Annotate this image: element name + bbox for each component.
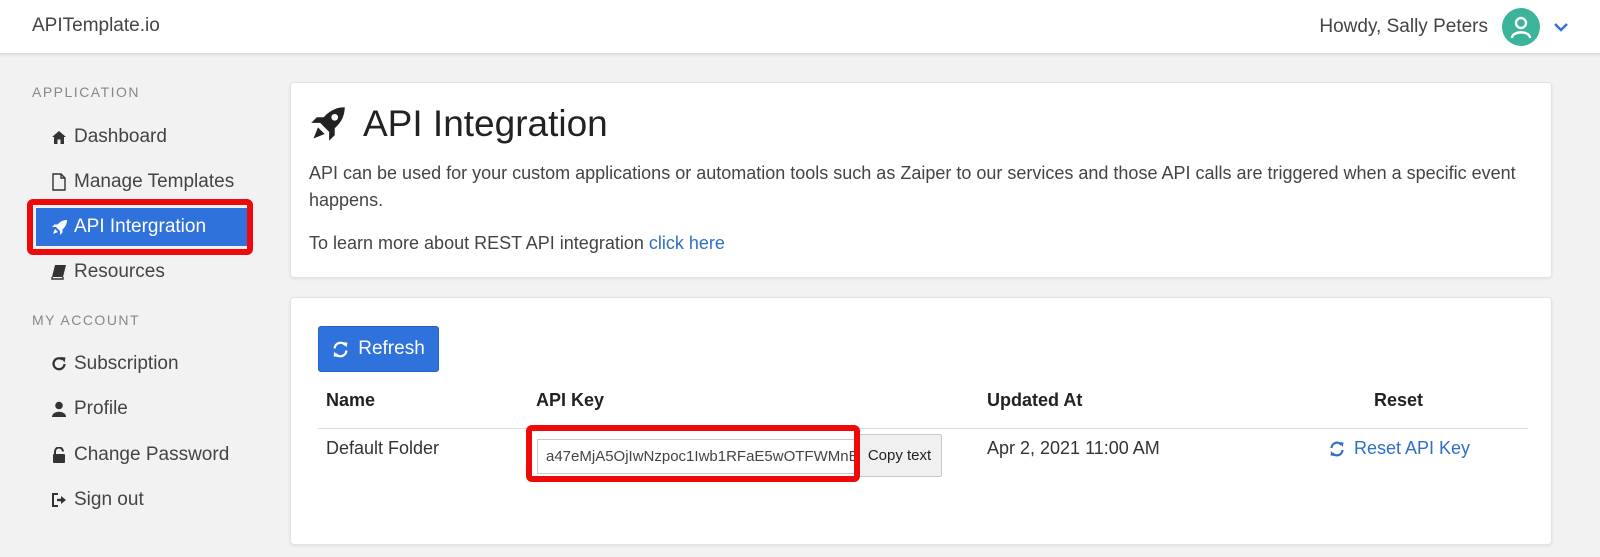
sidebar-item-label: Dashboard <box>74 126 167 147</box>
sidebar-item-resources[interactable]: Resources <box>36 253 248 291</box>
page-title-text: API Integration <box>363 103 608 144</box>
sidebar-item-profile[interactable]: Profile <box>36 390 248 428</box>
page-description: API can be used for your custom applicat… <box>309 163 1516 210</box>
column-header-api-key: API Key <box>536 390 605 410</box>
sidebar-item-label: Sign out <box>74 489 144 510</box>
column-header-updated-at: Updated At <box>987 390 1083 410</box>
sidebar-item-label: Manage Templates <box>74 171 235 192</box>
row-name: Default Folder <box>326 438 440 458</box>
file-icon <box>50 173 68 191</box>
refresh-icon <box>332 341 349 358</box>
highlight-annotation-api-key <box>526 425 860 482</box>
sidebar-item-sign-out[interactable]: Sign out <box>36 481 248 519</box>
table-header-divider <box>318 428 1528 429</box>
refresh-icon <box>50 355 68 373</box>
user-icon <box>50 400 68 418</box>
sign-out-icon <box>50 491 68 509</box>
sidebar-item-dashboard[interactable]: Dashboard <box>36 118 248 156</box>
user-avatar-icon[interactable] <box>1502 8 1540 46</box>
learn-more-text: To learn more about REST API integration <box>309 233 644 253</box>
click-here-link[interactable]: click here <box>649 233 725 253</box>
brand-logo[interactable]: APITemplate.io <box>32 15 160 37</box>
column-header-reset: Reset <box>1374 390 1424 410</box>
sidebar: APPLICATION Dashboard Manage Templates A… <box>0 54 270 557</box>
sidebar-section-application: APPLICATION <box>32 84 141 100</box>
user-greeting: Howdy, Sally Peters <box>1319 16 1488 37</box>
refresh-button[interactable]: Refresh <box>318 326 439 372</box>
book-icon <box>50 263 68 281</box>
learn-more-line: To learn more about REST API integration… <box>309 233 725 254</box>
intro-card: API Integration API can be used for your… <box>290 82 1552 278</box>
rocket-icon <box>309 105 347 143</box>
top-navbar: APITemplate.io Howdy, Sally Peters <box>0 0 1600 54</box>
column-header-name: Name <box>326 390 376 410</box>
chevron-down-icon[interactable] <box>1550 16 1572 38</box>
user-menu[interactable]: Howdy, Sally Peters <box>1319 8 1572 46</box>
unlock-icon <box>50 446 68 464</box>
refresh-icon <box>1329 441 1345 457</box>
copy-text-button[interactable]: Copy text <box>857 434 942 477</box>
sidebar-item-change-password[interactable]: Change Password <box>36 436 248 474</box>
reset-api-key-label: Reset API Key <box>1354 438 1471 458</box>
api-key-card: Refresh Name API Key Updated At Reset De… <box>290 297 1552 545</box>
highlight-annotation-sidebar <box>27 199 253 255</box>
row-updated-at: Apr 2, 2021 11:00 AM <box>987 438 1160 458</box>
sidebar-item-label: Subscription <box>74 353 179 374</box>
reset-api-key-link[interactable]: Reset API Key <box>1329 438 1470 459</box>
home-icon <box>50 128 68 146</box>
sidebar-section-my-account: MY ACCOUNT <box>32 312 141 328</box>
refresh-button-label: Refresh <box>358 338 425 359</box>
sidebar-item-label: Resources <box>74 261 165 282</box>
page-title: API Integration <box>309 103 608 145</box>
sidebar-item-label: Change Password <box>74 444 230 465</box>
sidebar-item-subscription[interactable]: Subscription <box>36 345 248 383</box>
sidebar-item-label: Profile <box>74 398 128 419</box>
sidebar-item-manage-templates[interactable]: Manage Templates <box>36 163 248 201</box>
